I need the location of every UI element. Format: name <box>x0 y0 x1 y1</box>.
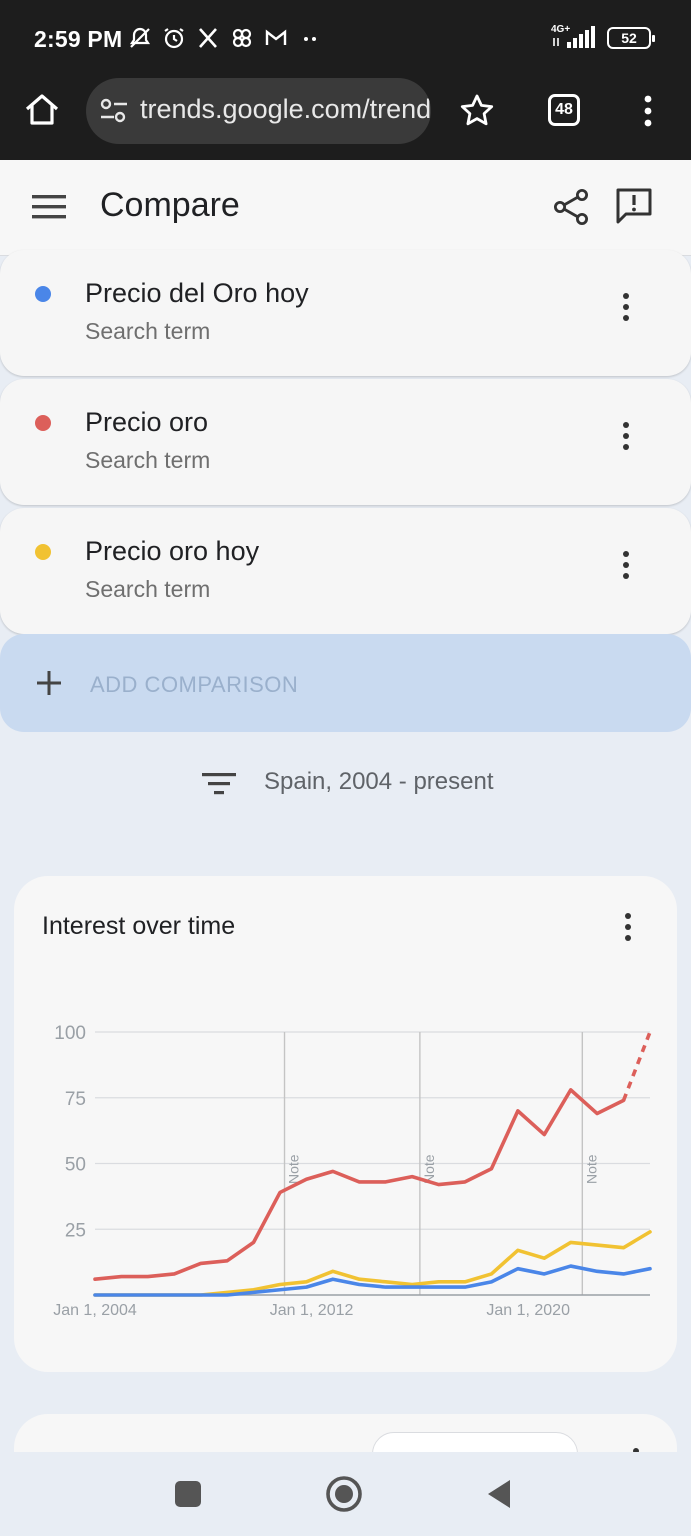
series-color-dot-red <box>35 415 51 431</box>
term-options-icon[interactable] <box>614 419 638 453</box>
add-comparison-label: ADD COMPARISON <box>90 672 299 697</box>
feedback-icon[interactable] <box>614 186 654 226</box>
share-icon[interactable] <box>552 188 590 226</box>
y-tick-label: 50 <box>65 1155 86 1176</box>
gmail-icon <box>264 26 288 50</box>
x-tick-label: Jan 1, 2020 <box>486 1302 570 1319</box>
back-triangle-icon[interactable] <box>480 1474 520 1514</box>
term-card-precio-del-oro-hoy[interactable]: Precio del Oro hoy Search term <box>0 250 691 376</box>
system-nav-bar <box>0 1452 691 1536</box>
browser-toolbar: trends.google.com/trends 48 <box>0 78 691 160</box>
filter-icon[interactable] <box>202 772 236 796</box>
series-line <box>93 1088 626 1282</box>
term-label: Precio oro <box>85 407 209 437</box>
x-icon <box>196 26 220 50</box>
interest-over-time-chart: 100755025Note Note NoteJan 1, 2004 Jan 1, 2… <box>53 1023 652 1319</box>
site-settings-icon[interactable] <box>100 98 128 124</box>
x-tick-label: Jan 1, 2004 <box>53 1302 137 1319</box>
status-bar: 2:59 PM 4G+ 52 <box>0 0 691 78</box>
series-color-dot-yellow <box>35 544 51 560</box>
address-bar[interactable]: trends.google.com/trends <box>86 78 431 144</box>
app-header: Compare <box>0 160 691 256</box>
annotation-note: Note <box>583 1154 599 1184</box>
annotation-note: Note <box>286 1154 302 1184</box>
bell-off-icon <box>128 26 152 50</box>
filter-summary[interactable]: Spain, 2004 - present <box>264 768 494 796</box>
term-label: Precio oro hoy <box>85 536 260 566</box>
y-tick-label: 100 <box>54 1023 86 1044</box>
notification-icons <box>128 26 322 50</box>
term-options-icon[interactable] <box>614 548 638 582</box>
signal-icon: 4G+ <box>551 24 597 50</box>
filter-row[interactable]: Spain, 2004 - present <box>0 740 691 830</box>
term-type: Search term <box>85 447 211 473</box>
term-type: Search term <box>85 576 211 602</box>
x-tick-label: Jan 1, 2012 <box>270 1302 354 1319</box>
battery-indicator: 52 <box>607 27 655 49</box>
alarm-icon <box>162 26 186 50</box>
bookmark-star-icon[interactable] <box>458 92 496 130</box>
url-text[interactable]: trends.google.com/trends <box>140 94 431 125</box>
y-tick-label: 75 <box>65 1089 86 1110</box>
interest-over-time-card: Interest over time 100 75 50 25 Note Note Note… <box>14 876 677 1372</box>
term-card-precio-oro-hoy[interactable]: Precio oro hoy Search term <box>0 508 691 634</box>
plus-icon <box>35 669 63 697</box>
more-dots-icon <box>298 26 322 50</box>
status-time: 2:59 PM <box>34 26 123 52</box>
add-comparison-button[interactable]: ADD COMPARISON <box>0 634 691 732</box>
series-color-dot-blue <box>35 286 51 302</box>
y-tick-label: 25 <box>65 1220 86 1241</box>
home-icon[interactable] <box>22 90 62 130</box>
term-options-icon[interactable] <box>614 290 638 324</box>
term-card-precio-oro[interactable]: Precio oro Search term <box>0 379 691 505</box>
hamburger-menu-icon[interactable] <box>32 194 66 220</box>
browser-menu-icon[interactable] <box>636 92 660 130</box>
recents-square-icon[interactable] <box>168 1474 208 1514</box>
home-circle-icon[interactable] <box>324 1474 364 1514</box>
series-line-partial <box>621 1031 652 1102</box>
pinwheel-icon <box>230 26 254 50</box>
system-indicators: 4G+ 52 <box>551 24 655 50</box>
tab-switcher-button[interactable]: 48 <box>548 94 580 126</box>
page-title: Compare <box>100 186 240 224</box>
term-type: Search term <box>85 318 211 344</box>
term-label: Precio del Oro hoy <box>85 278 309 308</box>
